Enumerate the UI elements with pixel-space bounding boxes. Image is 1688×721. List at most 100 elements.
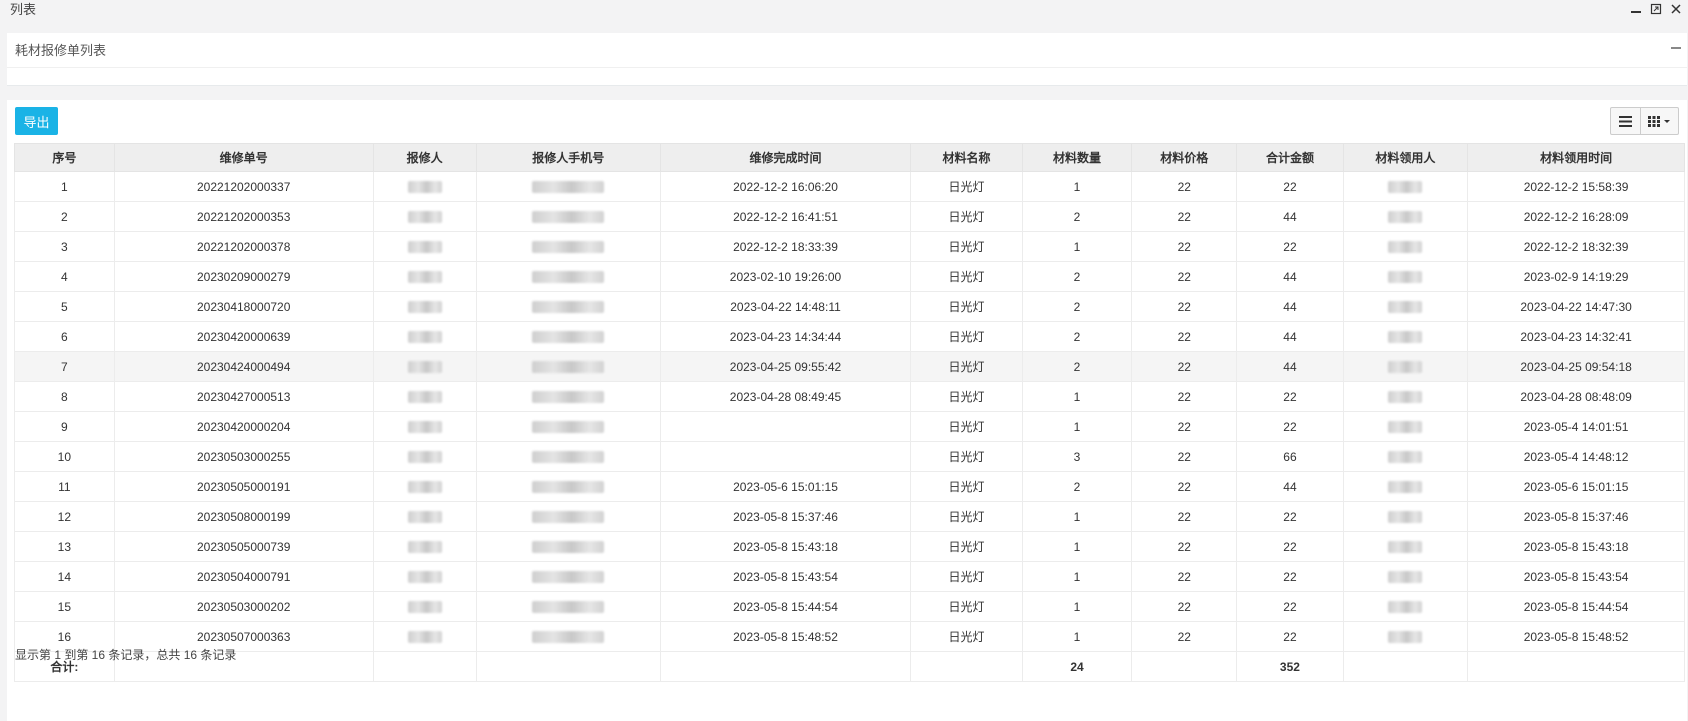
redacted-value <box>532 211 605 224</box>
table-cell: 20230420000639 <box>113 321 374 352</box>
table-cell <box>475 471 661 502</box>
table-cell: 1 <box>14 171 115 202</box>
table-row[interactable]: 10 20230503000255 日光灯 3 22 66 2023-05-4 14:48:… <box>14 441 1685 472</box>
table-cell <box>1342 201 1469 232</box>
column-header[interactable]: 维修完成时间 <box>659 143 912 172</box>
table-cell <box>475 321 661 352</box>
column-header[interactable]: 材料价格 <box>1131 143 1238 172</box>
window-controls <box>1628 1 1684 17</box>
redacted-value <box>532 181 605 194</box>
table-cell: 2023-05-6 15:01:15 <box>659 471 912 502</box>
column-header[interactable]: 材料领用时间 <box>1467 143 1685 172</box>
table-cell <box>475 501 661 532</box>
table-cell: 1 <box>1021 561 1133 592</box>
table-cell: 22 <box>1236 501 1344 532</box>
table-row[interactable]: 3 20221202000378 2022-12-2 18:33:39 日光灯 1 22 2… <box>14 231 1685 262</box>
table-row[interactable]: 6 20230420000639 2023-04-23 14:34:44 日光灯 2 22… <box>14 321 1685 352</box>
close-icon[interactable] <box>1668 1 1684 17</box>
table-cell: 44 <box>1236 471 1344 502</box>
minimize-icon[interactable] <box>1628 1 1644 17</box>
table-row[interactable]: 4 20230209000279 2023-02-10 19:26:00 日光灯 2 22… <box>14 261 1685 292</box>
table-row[interactable]: 14 20230504000791 2023-05-8 15:43:54 日光灯 1 22… <box>14 561 1685 592</box>
table-cell: 日光灯 <box>910 321 1023 352</box>
table-row[interactable]: 5 20230418000720 2023-04-22 14:48:11 日光灯 2 22… <box>14 291 1685 322</box>
column-header[interactable]: 合计金额 <box>1236 143 1344 172</box>
table-header-row: 序号 维修单号 报修人 报修人手机号 维修完成时间 材料名称 材料数量 材料价格 合计金额 材料领… <box>14 143 1685 172</box>
table-cell <box>475 381 661 412</box>
table-cell <box>475 261 661 292</box>
total-cell <box>372 651 477 682</box>
column-header[interactable]: 维修单号 <box>113 143 374 172</box>
table-row[interactable]: 9 20230420000204 日光灯 1 22 22 2023-05-4 14:01:5… <box>14 411 1685 442</box>
maximize-icon[interactable] <box>1648 1 1664 17</box>
table-row[interactable]: 12 20230508000199 2023-05-8 15:37:46 日光灯 1 22… <box>14 501 1685 532</box>
table-cell: 1 <box>1021 531 1133 562</box>
redacted-value <box>532 331 605 344</box>
column-header[interactable]: 材料领用人 <box>1342 143 1469 172</box>
table-row[interactable]: 11 20230505000191 2023-05-6 15:01:15 日光灯 2 22… <box>14 471 1685 502</box>
table-cell: 22 <box>1236 411 1344 442</box>
redacted-value <box>407 631 442 644</box>
table-cell <box>475 291 661 322</box>
total-cell <box>475 651 661 682</box>
table-cell <box>475 621 661 652</box>
table-cell: 22 <box>1131 171 1238 202</box>
table-row[interactable]: 7 20230424000494 2023-04-25 09:55:42 日光灯 2 22… <box>14 351 1685 382</box>
redacted-value <box>1388 391 1423 404</box>
table-cell <box>372 591 477 622</box>
column-header[interactable]: 报修人手机号 <box>475 143 661 172</box>
redacted-value <box>407 571 442 584</box>
table-cell: 2022-12-2 16:41:51 <box>659 201 912 232</box>
table-cell: 44 <box>1236 261 1344 292</box>
table-cell: 20230505000739 <box>113 531 374 562</box>
redacted-value <box>532 541 605 554</box>
column-header[interactable]: 报修人 <box>372 143 477 172</box>
table-cell: 2 <box>14 201 115 232</box>
table-toolbar <box>1610 107 1679 135</box>
list-view-icon[interactable] <box>1610 107 1641 135</box>
table-cell <box>475 411 661 442</box>
table-cell: 22 <box>1131 471 1238 502</box>
redacted-value <box>532 631 605 644</box>
redacted-value <box>532 241 605 254</box>
table-cell <box>372 351 477 382</box>
table-cell: 20221202000378 <box>113 231 374 262</box>
table-row[interactable]: 13 20230505000739 2023-05-8 15:43:18 日光灯 1 22… <box>14 531 1685 562</box>
table-cell: 20230424000494 <box>113 351 374 382</box>
table-cell: 22 <box>1131 261 1238 292</box>
table-cell: 20230427000513 <box>113 381 374 412</box>
table-cell <box>1342 591 1469 622</box>
table-cell: 4 <box>14 261 115 292</box>
table-cell <box>372 531 477 562</box>
panel-title: 耗材报修单列表 <box>15 43 107 58</box>
redacted-value <box>407 421 442 434</box>
collapse-icon[interactable] <box>1671 47 1681 49</box>
table-row[interactable]: 2 20221202000353 2022-12-2 16:41:51 日光灯 2 22 4… <box>14 201 1685 232</box>
table-row[interactable]: 8 20230427000513 2023-04-28 08:49:45 日光灯 1 22… <box>14 381 1685 412</box>
table-row[interactable]: 15 20230503000202 2023-05-8 15:44:54 日光灯 1 22… <box>14 591 1685 622</box>
column-header[interactable]: 序号 <box>14 143 115 172</box>
table-cell: 日光灯 <box>910 411 1023 442</box>
table-cell: 44 <box>1236 201 1344 232</box>
table-cell <box>659 441 912 472</box>
redacted-value <box>1388 451 1423 464</box>
columns-toggle-icon[interactable] <box>1641 107 1679 135</box>
column-header[interactable]: 材料名称 <box>910 143 1023 172</box>
table-cell: 2023-02-9 14:19:29 <box>1467 261 1685 292</box>
table-cell <box>1342 621 1469 652</box>
redacted-value <box>407 511 442 524</box>
table-row[interactable]: 1 20221202000337 2022-12-2 16:06:20 日光灯 1 22 2… <box>14 171 1685 202</box>
table-row[interactable]: 16 20230507000363 2023-05-8 15:48:52 日光灯 1 22… <box>14 621 1685 652</box>
column-header[interactable]: 材料数量 <box>1021 143 1133 172</box>
export-button[interactable]: 导出 <box>15 107 58 135</box>
table-cell: 2022-12-2 16:06:20 <box>659 171 912 202</box>
table-cell <box>659 411 912 442</box>
table-cell: 12 <box>14 501 115 532</box>
table-cell: 1 <box>1021 591 1133 622</box>
table-cell <box>1342 351 1469 382</box>
table-cell: 22 <box>1131 321 1238 352</box>
table-cell: 日光灯 <box>910 591 1023 622</box>
table-cell: 6 <box>14 321 115 352</box>
table-cell: 14 <box>14 561 115 592</box>
pagination-summary: 显示第 1 到第 16 条记录，总共 16 条记录 <box>15 648 237 662</box>
